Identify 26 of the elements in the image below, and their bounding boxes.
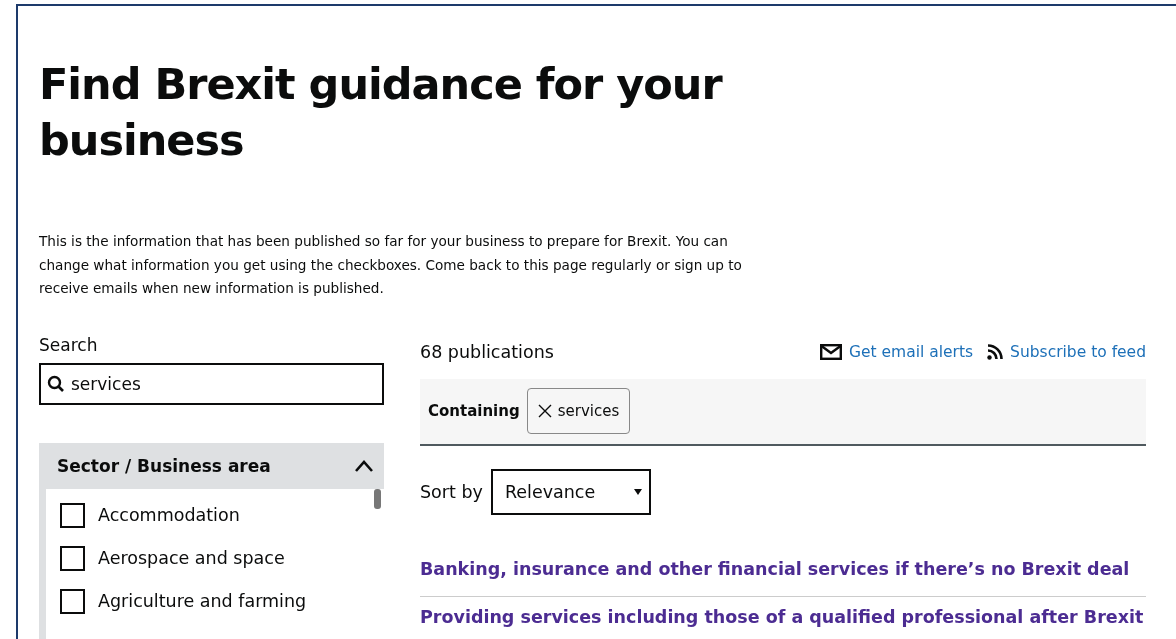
dropdown-arrow-icon — [633, 488, 642, 495]
scrollbar-thumb[interactable] — [374, 488, 381, 509]
search-icon — [47, 374, 65, 393]
result-link[interactable]: Providing services including those of a qualified professional after Brexit — [420, 606, 1146, 639]
checkbox-label[interactable]: Aerospace and space — [98, 548, 285, 568]
search-label: Search — [39, 334, 98, 355]
link[interactable]: Subscribe to feed — [987, 342, 1146, 361]
link[interactable]: Get email alerts — [819, 342, 974, 361]
checkbox[interactable] — [60, 502, 85, 528]
result-count: 68 publications — [420, 341, 554, 362]
checkbox-label[interactable]: Accommodation — [98, 505, 240, 525]
checkbox-label[interactable]: Agriculture and farming — [98, 591, 307, 611]
sort-dropdown[interactable]: Relevance — [490, 468, 651, 515]
checkbox[interactable] — [60, 588, 85, 614]
facet-label: Containing — [428, 402, 520, 420]
search-field[interactable]: services — [39, 362, 384, 405]
result-link[interactable]: Banking, insurance and other financial services if there’s no Brexit deal — [420, 558, 1146, 597]
sort-label: Sort by — [420, 481, 483, 502]
rss-feed-icon — [987, 343, 1004, 360]
close-icon — [537, 404, 552, 418]
remove-filter-tag[interactable]: services — [526, 388, 631, 434]
envelope-icon — [819, 343, 842, 360]
intro-paragraph: This is the information that has been published so far for your business to prepare for Brexit. You can change what information you get using the checkboxes. Come back to this page regularly or sign up to receive emails when new information is published. — [39, 232, 743, 298]
checkbox[interactable] — [60, 545, 85, 571]
filter-header[interactable]: Sector / Business area — [46, 442, 384, 489]
page-heading: Find Brexit guidance for your business — [39, 58, 724, 167]
